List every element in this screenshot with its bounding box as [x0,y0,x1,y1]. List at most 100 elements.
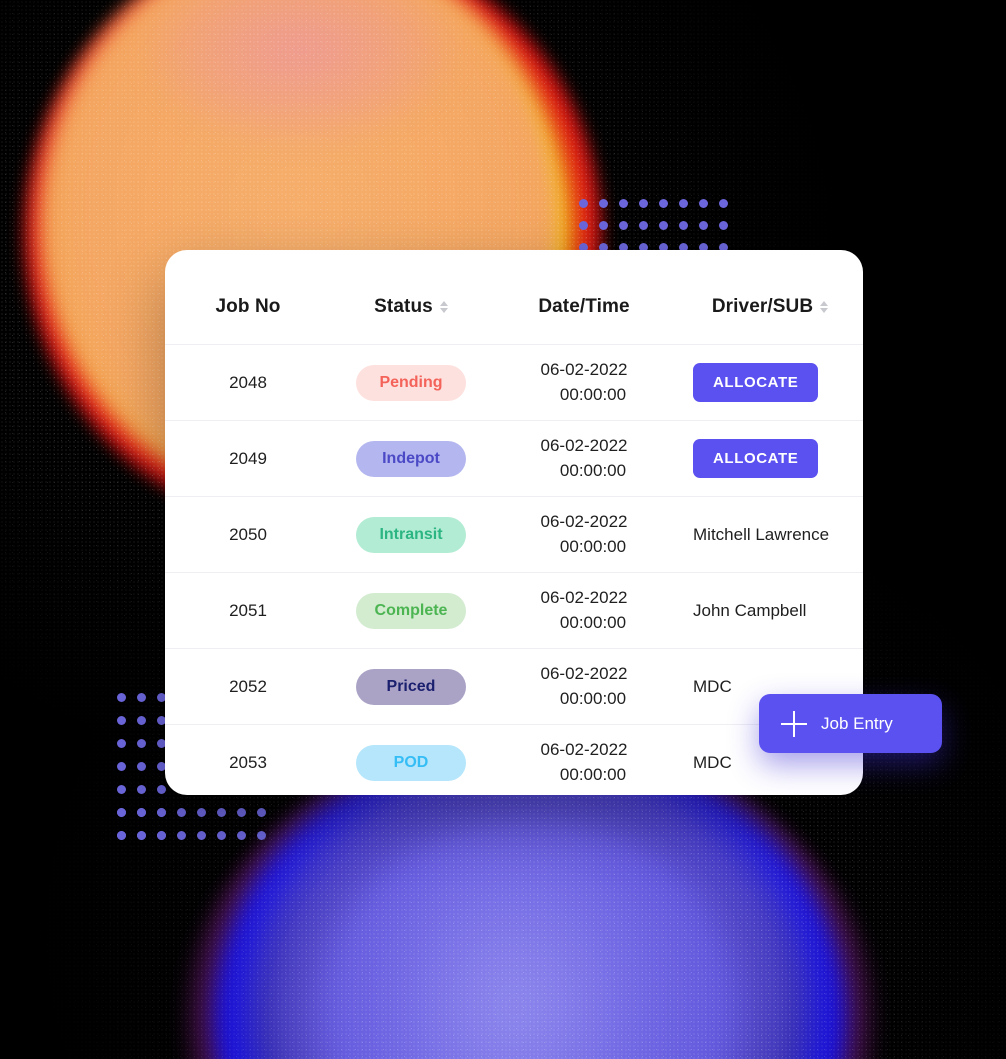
decorative-dot [137,739,146,748]
decorative-dot [217,831,226,840]
cell-datetime: 06-02-2022 00:00:00 [491,724,677,795]
status-badge: Indepot [356,440,466,477]
date-value: 06-02-2022 [540,359,628,379]
decorative-dot [679,198,688,208]
status-badge: Priced [356,668,466,705]
decorative-dot [619,198,628,208]
column-header-datetime: Date/Time [491,250,677,345]
date-value: 06-02-2022 [540,511,628,531]
cell-status: Intransit [331,496,491,573]
time-value: 00:00:00 [559,688,627,708]
column-header-status[interactable]: Status [331,250,491,345]
decorative-dot [137,785,146,794]
plus-icon [781,710,807,737]
cell-job-no: 2049 [165,420,331,497]
decorative-dot [719,220,728,230]
decorative-dot [237,808,246,817]
cell-status: Pending [331,344,491,421]
table-header-row: Job No Status Date/Time Driver/SUB [165,250,863,345]
cell-job-no: 2048 [165,344,331,421]
driver-name: MDC [693,676,732,696]
decorative-dot [177,831,186,840]
status-badge: POD [356,744,466,781]
decorative-dot [579,198,588,208]
column-header-label: Status [374,296,433,317]
date-value: 06-02-2022 [540,739,628,759]
decorative-dot [217,808,226,817]
decorative-dot [137,693,146,702]
decorative-dot [117,693,126,702]
decorative-dot [639,220,648,230]
decorative-dot [699,198,708,208]
decorative-dot [157,808,166,817]
dot-grid-bottom-left-horizontal [117,801,277,847]
decorative-dot [177,808,186,817]
column-header-label: Driver/SUB [711,296,814,317]
cell-status: Indepot [331,420,491,497]
decorative-dot [117,739,126,748]
decorative-dot [137,762,146,771]
decorative-dot [197,808,206,817]
decorative-dot [157,831,166,840]
cell-job-no: 2053 [165,724,331,795]
sort-arrows-icon[interactable] [820,301,829,313]
allocate-button[interactable]: ALLOCATE [693,363,819,402]
cell-driver-sub: John Campbell [677,572,863,649]
status-badge: Complete [356,592,466,629]
decorative-dot [117,808,126,817]
decorative-dot [137,831,146,840]
date-value: 06-02-2022 [540,435,628,455]
decorative-dot [257,831,266,840]
job-entry-label: Job Entry [821,713,893,733]
cell-driver-sub: ALLOCATE [677,420,863,497]
decorative-dot [117,831,126,840]
decorative-dot [197,831,206,840]
decorative-dot [257,808,266,817]
column-header-label: Date/Time [538,296,630,317]
column-header-job-no: Job No [165,250,331,345]
decorative-dot [679,220,688,230]
decorative-dot [237,831,246,840]
decorative-dot [599,220,608,230]
cell-datetime: 06-02-2022 00:00:00 [491,648,677,725]
cell-datetime: 06-02-2022 00:00:00 [491,496,677,573]
status-badge: Pending [356,364,466,401]
cell-driver-sub: ALLOCATE [677,344,863,421]
table-row: 2051 Complete 06-02-2022 00:00:00 John Campb… [165,572,863,649]
time-value: 00:00:00 [559,536,627,556]
column-header-driver-sub[interactable]: Driver/SUB [677,250,863,345]
column-header-label: Job No [215,296,281,317]
table-header: Job No Status Date/Time Driver/SUB [165,250,863,345]
decorative-dot [117,716,126,725]
driver-name: MDC [693,752,732,772]
decorative-dot [659,220,668,230]
decorative-dot [619,220,628,230]
sort-arrows-icon[interactable] [439,301,448,313]
cell-status: Priced [331,648,491,725]
decorative-dot [639,198,648,208]
driver-name: Mitchell Lawrence [693,524,830,544]
allocate-button[interactable]: ALLOCATE [693,439,819,478]
driver-name: John Campbell [693,600,807,620]
status-badge: Intransit [356,516,466,553]
cell-status: POD [331,724,491,795]
decorative-dot [137,716,146,725]
cell-datetime: 06-02-2022 00:00:00 [491,420,677,497]
cell-datetime: 06-02-2022 00:00:00 [491,344,677,421]
decorative-dot [719,198,728,208]
cell-job-no: 2050 [165,496,331,573]
time-value: 00:00:00 [559,384,627,404]
decorative-dot [599,198,608,208]
job-entry-button[interactable]: Job Entry [759,694,942,753]
decorative-dot [117,785,126,794]
table-row: 2048 Pending 06-02-2022 00:00:00 ALLOCATE [165,344,863,421]
cell-job-no: 2052 [165,648,331,725]
decorative-dot [579,220,588,230]
decorative-dot [699,220,708,230]
table-row: 2049 Indepot 06-02-2022 00:00:00 ALLOCATE [165,420,863,497]
time-value: 00:00:00 [559,612,627,632]
cell-datetime: 06-02-2022 00:00:00 [491,572,677,649]
time-value: 00:00:00 [559,764,627,784]
decorative-dot [659,198,668,208]
time-value: 00:00:00 [559,460,627,480]
